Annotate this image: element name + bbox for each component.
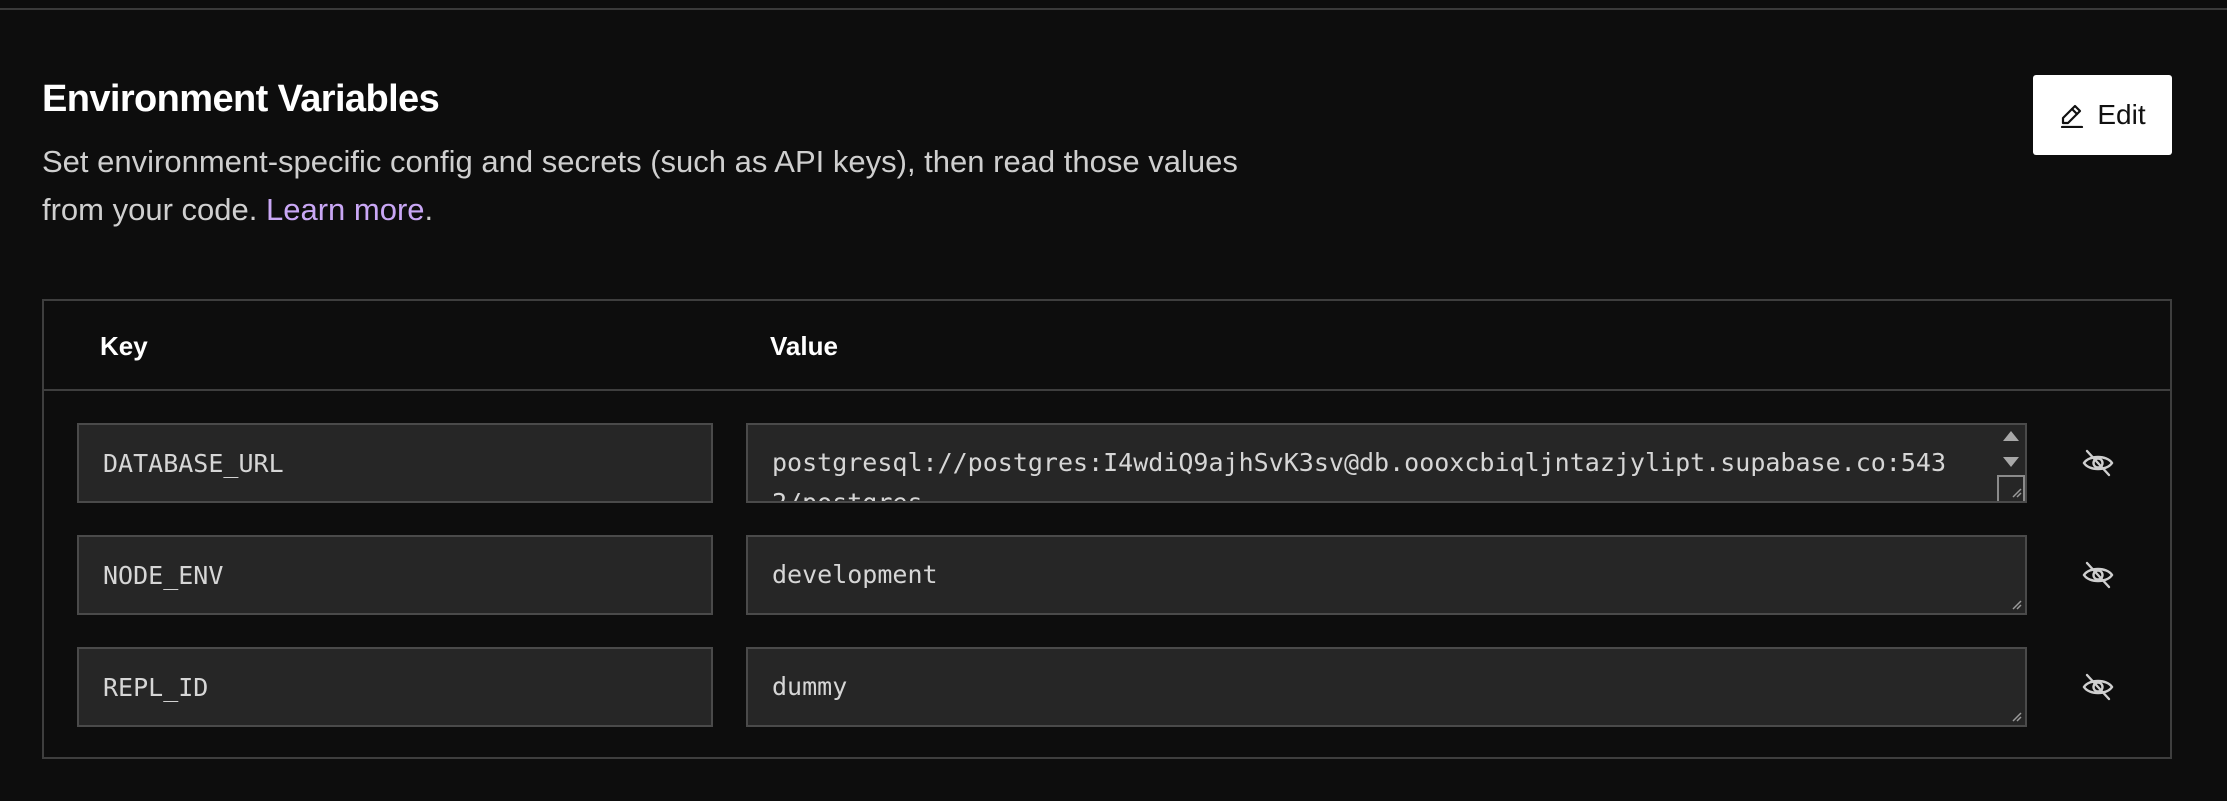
key-field[interactable] <box>77 647 713 727</box>
resize-grip-icon[interactable] <box>2010 598 2022 610</box>
section-description: Set environment-specific config and secr… <box>42 138 1242 234</box>
table-row: dummy <box>44 647 2170 727</box>
value-field[interactable]: postgresql://postgres:I4wdiQ9ajhSvK3sv@d… <box>746 423 2027 503</box>
environment-variables-section: Environment Variables Set environment-sp… <box>42 0 2172 801</box>
key-field[interactable] <box>77 423 713 503</box>
description-text: Set environment-specific config and secr… <box>42 144 1238 227</box>
eye-off-icon <box>2082 561 2114 589</box>
table-row: postgresql://postgres:I4wdiQ9ajhSvK3sv@d… <box>44 423 2170 503</box>
value-column-header: Value <box>770 331 838 361</box>
table-row: development <box>44 535 2170 615</box>
toggle-visibility-button[interactable] <box>2080 445 2116 481</box>
value-text: postgresql://postgres:I4wdiQ9ajhSvK3sv@d… <box>772 448 1946 503</box>
section-title: Environment Variables <box>42 78 440 120</box>
eye-off-icon <box>2082 449 2114 477</box>
value-text: dummy <box>772 672 848 701</box>
toggle-visibility-button[interactable] <box>2080 669 2116 705</box>
eye-off-icon <box>2082 673 2114 701</box>
resize-grip-icon[interactable] <box>2010 486 2022 498</box>
edit-button[interactable]: Edit <box>2033 75 2172 155</box>
key-field[interactable] <box>77 535 713 615</box>
key-column-header: Key <box>100 331 148 361</box>
table-header: Key Value <box>44 301 2170 391</box>
scroll-up-arrow-icon[interactable] <box>2003 431 2019 441</box>
value-text: development <box>772 560 938 589</box>
value-field[interactable]: development <box>746 535 2027 615</box>
value-field[interactable]: dummy <box>746 647 2027 727</box>
edit-label: Edit <box>2097 99 2146 130</box>
learn-more-link[interactable]: Learn more <box>266 192 425 227</box>
scroll-down-arrow-icon[interactable] <box>2003 457 2019 467</box>
pencil-icon <box>2059 102 2085 128</box>
toggle-visibility-button[interactable] <box>2080 557 2116 593</box>
description-period: . <box>424 192 434 227</box>
resize-grip-icon[interactable] <box>2010 710 2022 722</box>
env-vars-table: Key Value postgresql://postgres:I4wdiQ9a… <box>42 299 2172 759</box>
